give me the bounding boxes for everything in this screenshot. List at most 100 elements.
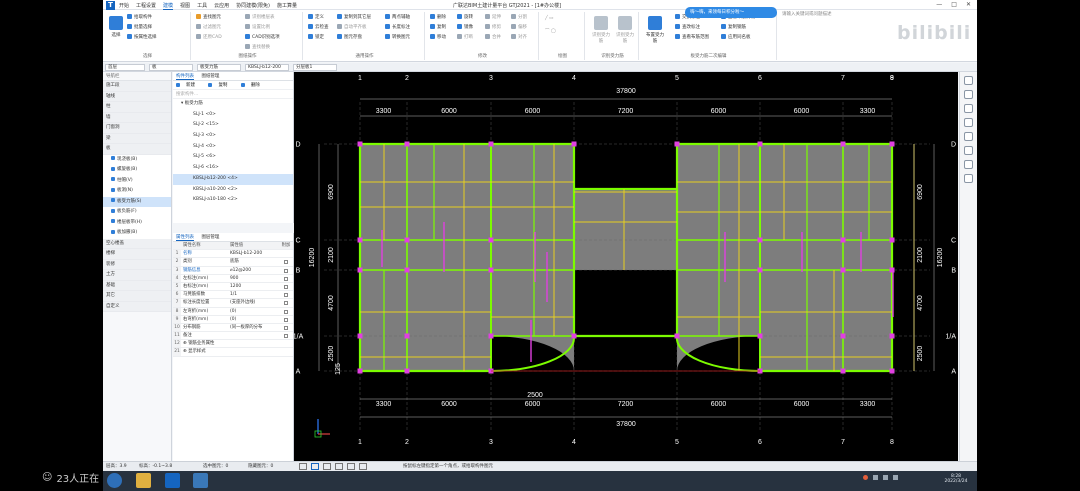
extra-checkbox[interactable]	[284, 293, 288, 298]
nav-category[interactable]: 施工段	[103, 81, 171, 92]
property-value[interactable]: 底筋	[228, 258, 279, 265]
view-3d-icon[interactable]	[964, 76, 973, 85]
filter-element-button[interactable]: 过滤图元	[196, 24, 221, 30]
menu-tab-5[interactable]: 云应用	[214, 2, 229, 10]
copy-rebar-button[interactable]: 复制钢筋	[721, 24, 746, 30]
auto-level-slab-button[interactable]: 自动平齐板	[337, 24, 367, 30]
draw-line-icon[interactable]: ╱ ▭	[545, 16, 553, 21]
drawing-canvas[interactable]: 1 1 2 2 3 3 4 4 5 5 6 6 7 7 8 8 9 37800 37800 3300 3300 6000 6…	[293, 72, 958, 461]
component-search-input[interactable]: 搜索构件...	[173, 90, 293, 99]
delete-component-button[interactable]: 删除	[240, 82, 266, 88]
view-rebar-range-button[interactable]: 查看布筋范围	[675, 34, 709, 40]
tray-ime-icon[interactable]	[893, 475, 898, 480]
extra-checkbox[interactable]	[284, 260, 288, 265]
property-row[interactable]: 5 右标注(mm) 1200	[173, 282, 293, 292]
lock-button[interactable]: 锁定	[308, 34, 324, 40]
nav-category[interactable]: 自定义	[103, 301, 171, 312]
nav-item[interactable]: 板负筋(F)	[103, 207, 171, 218]
nav-category[interactable]: 装修	[103, 259, 171, 270]
align-button[interactable]: 对齐	[511, 34, 527, 40]
copy-button[interactable]: 复制	[430, 24, 446, 30]
property-row[interactable]: 21 ⊕ 显示样式	[173, 348, 293, 357]
visibility-icon[interactable]	[964, 132, 973, 141]
define-button[interactable]: 定义	[308, 14, 324, 20]
two-point-axis-button[interactable]: 两点辅轴	[385, 14, 410, 20]
menu-tab-1[interactable]: 工程设置	[136, 2, 156, 10]
cad-app-icon[interactable]	[193, 473, 208, 488]
property-value[interactable]	[228, 332, 279, 339]
merge-button[interactable]: 合并	[485, 34, 501, 40]
offset-button[interactable]: 偏移	[511, 24, 527, 30]
trim-button[interactable]: 修剪	[485, 24, 501, 30]
nav-category[interactable]: 土方	[103, 270, 171, 281]
nav-category[interactable]: 柱	[103, 102, 171, 113]
nav-item[interactable]: 板洞(N)	[103, 186, 171, 197]
identify-rebar-button-1[interactable]: 识别受力筋	[591, 16, 611, 44]
component-item[interactable]: SLJ-2 <15>	[173, 120, 293, 131]
extra-checkbox[interactable]	[284, 309, 288, 314]
tab-property-list[interactable]: 属性列表	[176, 235, 194, 241]
minimize-icon[interactable]: —	[936, 1, 942, 8]
component-item[interactable]: KBSLJ-b12-200 <4>	[173, 173, 293, 185]
property-row[interactable]: 12 ⊕ 钢筋业务属性	[173, 340, 293, 349]
property-row[interactable]: 8 左弯折(mm) (0)	[173, 307, 293, 316]
property-row[interactable]: 10 分布钢筋 (同一板厚的分布	[173, 323, 293, 333]
convert-element-button[interactable]: 转换图元	[385, 34, 410, 40]
draw-arc-icon[interactable]: ⌒ ◯	[545, 28, 556, 34]
start-icon[interactable]	[107, 473, 122, 488]
tray-app-icon[interactable]	[863, 475, 868, 480]
floor-plan[interactable]: 1122334455667788937800378003300330060006…	[293, 72, 958, 461]
notice-bubble[interactable]: 嗨～嗨，来领每日积分啦～	[685, 7, 777, 18]
extra-checkbox[interactable]	[284, 301, 288, 306]
explorer-icon[interactable]	[136, 473, 151, 488]
nav-category[interactable]: 空心楼盖	[103, 238, 171, 249]
display-settings-icon[interactable]	[964, 160, 973, 169]
menu-tab-4[interactable]: 工具	[197, 2, 207, 10]
tab-component-list[interactable]: 构件列表	[176, 74, 194, 80]
snap-angle-icon[interactable]	[335, 463, 343, 470]
component-item[interactable]: SLJ-5 <6>	[173, 152, 293, 163]
property-value[interactable]: (0)	[228, 308, 279, 315]
copy-component-button[interactable]: 复制	[208, 82, 233, 88]
nav-category[interactable]: 门窗洞	[103, 123, 171, 134]
extend-button[interactable]: 延伸	[485, 14, 501, 20]
menu-tab-6[interactable]: 协同建模(限免)	[236, 2, 270, 10]
menu-tab-0[interactable]: 开始	[119, 2, 129, 10]
menu-tab-7[interactable]: 施工算量	[277, 2, 297, 10]
extra-checkbox[interactable]	[284, 276, 288, 281]
menu-tab-2[interactable]: 建模	[163, 2, 174, 10]
apply-same-slab-button[interactable]: 应用同名板	[721, 34, 751, 40]
app-logo[interactable]: T	[106, 1, 115, 10]
property-row[interactable]: 4 左标注(mm) 900	[173, 274, 293, 283]
type-select[interactable]: 板	[149, 64, 193, 71]
snap-grid-icon[interactable]	[299, 463, 307, 470]
gtj-app-icon[interactable]	[165, 473, 180, 488]
tab-drawing-manage[interactable]: 图纸管理	[201, 74, 219, 79]
property-value[interactable]: (0)	[228, 316, 279, 323]
nav-category[interactable]: 板	[103, 144, 171, 155]
tree-root[interactable]: ▾ 板受力筋	[173, 99, 293, 110]
extra-checkbox[interactable]	[284, 284, 288, 289]
tray-network-icon[interactable]	[873, 475, 878, 480]
place-rebar-button[interactable]: 布置受力筋	[644, 16, 666, 44]
edit-label-button[interactable]: 查改标注	[675, 24, 700, 30]
property-value[interactable]: KBSLJ-b12-200	[228, 250, 279, 257]
nav-item[interactable]: 楼层板带(H)	[103, 217, 171, 228]
component-item[interactable]: SLJ-6 <16>	[173, 163, 293, 174]
component-item[interactable]: SLJ-3 <0>	[173, 131, 293, 142]
set-scale-button[interactable]: 设置比例	[245, 24, 270, 30]
subtype-select[interactable]: 板受力筋	[197, 64, 241, 71]
section-icon[interactable]	[964, 146, 973, 155]
copy-to-floor-button[interactable]: 复制到其它层	[337, 14, 371, 20]
nav-item[interactable]: 螺旋板(B)	[103, 165, 171, 176]
identify-rebar-button-2[interactable]: 识别受力筋	[615, 16, 635, 44]
nav-category[interactable]: 梁	[103, 133, 171, 144]
component-select[interactable]: KBSLJ-b12-200	[245, 64, 289, 71]
snap-midpoint-icon[interactable]	[347, 463, 355, 470]
rotate-view-icon[interactable]	[964, 90, 973, 99]
nav-item[interactable]: 柱帽(V)	[103, 175, 171, 186]
nav-category[interactable]: 其它	[103, 291, 171, 302]
cloud-check-button[interactable]: 云检查	[308, 24, 329, 30]
component-item[interactable]: SLJ-1 <0>	[173, 110, 293, 121]
move-button[interactable]: 移动	[430, 34, 446, 40]
